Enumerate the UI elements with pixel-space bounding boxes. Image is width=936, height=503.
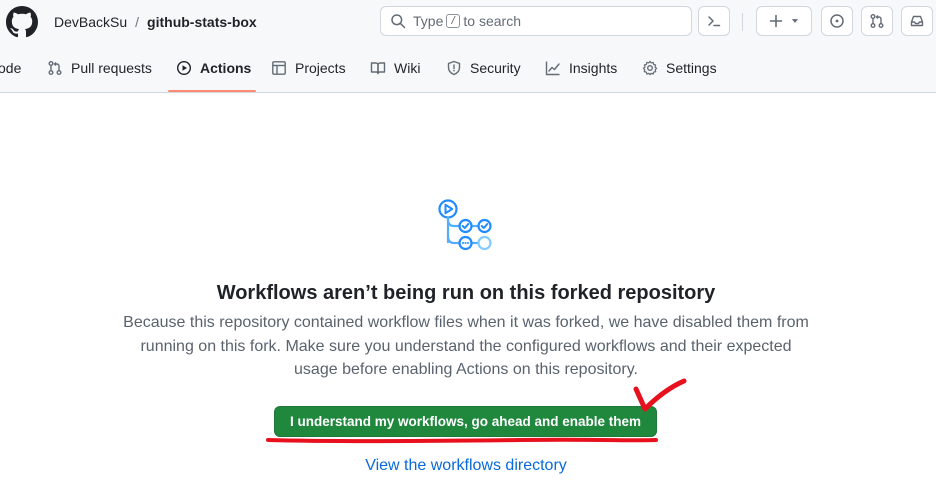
- enable-workflows-button[interactable]: I understand my workflows, go ahead and …: [274, 406, 657, 437]
- search-input[interactable]: Type / to search: [380, 6, 692, 36]
- tab-actions[interactable]: Actions: [176, 44, 251, 92]
- play-icon: [176, 60, 192, 76]
- shield-icon: [447, 60, 461, 76]
- active-tab-indicator: [168, 90, 256, 92]
- tab-wiki-label: Wiki: [394, 60, 421, 76]
- repository-nav: ode Pull requests Actions Projects Wiki …: [0, 44, 936, 93]
- terminal-icon: [708, 16, 721, 27]
- view-workflows-link: View the workflows directory: [0, 457, 932, 475]
- command-palette-button[interactable]: [698, 6, 730, 36]
- tab-settings[interactable]: Settings: [642, 44, 717, 92]
- book-icon: [370, 62, 386, 75]
- notifications-button[interactable]: [901, 6, 933, 36]
- search-shortcut-key: /: [446, 14, 461, 28]
- create-new-button[interactable]: [756, 6, 812, 36]
- tab-projects-label: Projects: [295, 60, 346, 76]
- tab-projects[interactable]: Projects: [271, 44, 346, 92]
- tab-code-label: ode: [0, 60, 22, 76]
- actions-blankslate: Workflows aren’t being run on this forke…: [0, 93, 936, 503]
- tab-wiki[interactable]: Wiki: [370, 44, 420, 92]
- issue-opened-icon: [830, 14, 844, 28]
- header-divider: [742, 13, 743, 31]
- page-title: Workflows aren’t being run on this forke…: [216, 282, 716, 304]
- view-workflows-link-text[interactable]: View the workflows directory: [365, 457, 567, 474]
- triangle-down-icon: [791, 19, 799, 23]
- tab-security-label: Security: [470, 60, 521, 76]
- git-pull-request-icon: [870, 14, 884, 28]
- breadcrumb-repo-link[interactable]: github-stats-box: [147, 12, 257, 32]
- tab-settings-label: Settings: [666, 60, 717, 76]
- issues-button[interactable]: [821, 6, 853, 36]
- search-placeholder-suffix: to search: [463, 13, 521, 29]
- pull-requests-button[interactable]: [861, 6, 893, 36]
- plus-icon: [769, 14, 783, 28]
- search-placeholder-prefix: Type: [413, 13, 444, 29]
- search-icon: [391, 14, 406, 29]
- search-placeholder: Type / to search: [413, 13, 521, 29]
- global-header: DevBackSu / github-stats-box Type / to s…: [0, 0, 936, 44]
- tab-security[interactable]: Security: [446, 44, 521, 92]
- table-icon: [272, 61, 286, 75]
- breadcrumb-owner-link[interactable]: DevBackSu: [54, 12, 127, 32]
- tab-insights-label: Insights: [569, 60, 618, 76]
- inbox-icon: [910, 15, 924, 27]
- workflow-illustration-icon: [438, 199, 492, 251]
- tab-actions-label: Actions: [200, 60, 252, 76]
- github-logo-icon[interactable]: [6, 6, 38, 38]
- gear-icon: [642, 60, 658, 76]
- tab-code[interactable]: ode: [0, 44, 21, 92]
- tab-pull-requests-label: Pull requests: [71, 60, 152, 76]
- graph-icon: [545, 61, 560, 76]
- git-pull-request-icon: [48, 61, 62, 75]
- page-description: Because this repository contained workfl…: [123, 314, 809, 378]
- breadcrumb: DevBackSu / github-stats-box: [54, 12, 257, 32]
- tab-pull-requests[interactable]: Pull requests: [47, 44, 152, 92]
- breadcrumb-separator: /: [135, 14, 140, 30]
- tab-insights[interactable]: Insights: [545, 44, 617, 92]
